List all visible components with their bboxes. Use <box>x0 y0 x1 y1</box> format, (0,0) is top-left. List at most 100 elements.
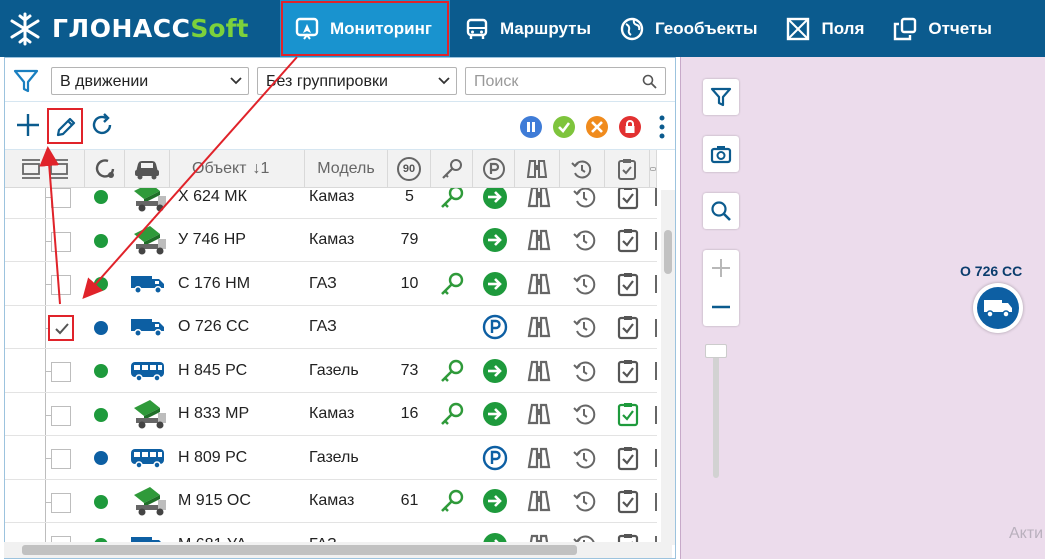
plate-cell[interactable]: М 915 ОС <box>178 480 251 523</box>
horizontal-scrollbar[interactable] <box>4 542 672 558</box>
ok-filter-icon[interactable] <box>552 115 576 139</box>
zoom-in-icon[interactable] <box>711 258 731 278</box>
ignition-column-header[interactable] <box>431 150 473 188</box>
table-row[interactable]: О 726 СС ГАЗ <box>5 305 657 349</box>
table-row[interactable]: М 915 ОС Камаз 61 <box>5 479 657 523</box>
history-cell[interactable] <box>571 436 597 479</box>
tracking-column-header[interactable] <box>515 150 560 188</box>
tracking-cell[interactable] <box>526 436 552 479</box>
moving-cell[interactable] <box>482 188 508 218</box>
row-checkbox[interactable] <box>51 275 71 295</box>
nav-fields[interactable]: Поля <box>771 0 878 57</box>
tools-filter-icon[interactable] <box>585 115 609 139</box>
tasks-cell[interactable] <box>615 480 641 523</box>
grouping-select[interactable]: Без группировки <box>257 67 457 95</box>
map-screenshot-button[interactable] <box>703 136 739 172</box>
history-cell[interactable] <box>571 188 597 218</box>
moving-cell[interactable] <box>482 262 508 305</box>
ignition-cell[interactable] <box>439 188 465 218</box>
moving-cell[interactable] <box>482 349 508 392</box>
tasks-cell[interactable] <box>615 349 641 392</box>
search-input[interactable]: Поиск <box>465 67 666 95</box>
history-column-header[interactable] <box>560 150 605 188</box>
map-vehicle-marker[interactable] <box>973 283 1023 333</box>
plate-cell[interactable]: О 726 СС <box>178 306 249 349</box>
plate-cell[interactable]: Х 624 МК <box>178 188 247 218</box>
scrollbar-thumb[interactable] <box>664 230 672 274</box>
table-row[interactable]: У 746 НР Камаз 79 <box>5 218 657 262</box>
table-row[interactable]: Х 624 МК Камаз 5 <box>5 188 657 219</box>
pause-filter-icon[interactable] <box>519 115 543 139</box>
moving-cell[interactable] <box>482 393 508 436</box>
history-cell[interactable] <box>571 393 597 436</box>
history-cell[interactable] <box>571 306 597 349</box>
plate-cell[interactable]: С 176 НМ <box>178 262 250 305</box>
row-checkbox[interactable] <box>51 231 71 252</box>
zoom-out-icon[interactable] <box>711 297 731 317</box>
history-cell[interactable] <box>571 262 597 305</box>
scrollbar-thumb[interactable] <box>22 545 577 555</box>
filter-icon[interactable] <box>13 68 39 94</box>
tasks-cell[interactable] <box>615 393 641 436</box>
parking-cell[interactable] <box>482 436 508 479</box>
object-column-header[interactable]: Объект ↓1 <box>170 150 305 188</box>
tracking-cell[interactable] <box>526 480 552 523</box>
nav-monitoring[interactable]: Мониторинг <box>280 0 450 57</box>
ignition-cell[interactable] <box>439 480 465 523</box>
tracking-cell[interactable] <box>526 262 552 305</box>
speed-column-header[interactable]: 90 <box>388 150 431 188</box>
row-checkbox[interactable] <box>51 492 71 513</box>
row-checkbox[interactable] <box>51 188 71 208</box>
add-icon[interactable] <box>15 112 41 138</box>
model-column-header[interactable]: Модель <box>305 150 388 188</box>
lock-filter-icon[interactable] <box>618 115 642 139</box>
ignition-cell[interactable] <box>439 349 465 392</box>
history-cell[interactable] <box>571 349 597 392</box>
tasks-cell[interactable] <box>615 188 641 218</box>
nav-routes[interactable]: Маршруты <box>450 0 605 57</box>
tasks-cell[interactable] <box>615 306 641 349</box>
status-column-header[interactable] <box>85 150 125 188</box>
more-columns-header[interactable] <box>650 150 657 188</box>
moving-cell[interactable] <box>482 219 508 262</box>
parking-column-header[interactable] <box>473 150 515 188</box>
row-checkbox[interactable] <box>51 362 71 382</box>
tasks-cell[interactable] <box>615 262 641 305</box>
plate-cell[interactable]: Н 833 МР <box>178 393 249 436</box>
plate-cell[interactable]: Н 809 РС <box>178 436 247 479</box>
tracking-cell[interactable] <box>526 219 552 262</box>
refresh-icon[interactable] <box>89 112 115 138</box>
moving-cell[interactable] <box>482 480 508 523</box>
row-checkbox[interactable] <box>51 405 71 426</box>
tasks-column-header[interactable] <box>605 150 650 188</box>
row-checkbox[interactable] <box>51 449 71 469</box>
expand-collapse-header[interactable] <box>5 150 85 188</box>
table-row[interactable]: Н 845 РС Газель 73 <box>5 349 657 393</box>
nav-reports[interactable]: Отчеты <box>878 0 1006 57</box>
tracking-cell[interactable] <box>526 306 552 349</box>
map-search-button[interactable] <box>703 193 739 229</box>
history-cell[interactable] <box>571 219 597 262</box>
status-filter-select[interactable]: В движении <box>51 67 249 95</box>
table-row[interactable]: Н 833 МР Камаз 16 <box>5 392 657 436</box>
table-row[interactable]: Н 809 РС Газель <box>5 436 657 480</box>
map-filter-button[interactable] <box>703 79 739 115</box>
more-menu-icon[interactable] <box>657 114 667 140</box>
app-logo[interactable]: ГЛОНАСС Soft <box>0 0 270 57</box>
map-view[interactable]: О 726 СС Акти <box>680 57 1045 559</box>
vertical-scrollbar[interactable] <box>661 190 675 545</box>
parking-cell[interactable] <box>482 306 508 349</box>
edit-button[interactable] <box>47 108 83 144</box>
tasks-cell[interactable] <box>615 436 641 479</box>
ignition-cell[interactable] <box>439 262 465 305</box>
plate-cell[interactable]: Н 845 РС <box>178 349 247 392</box>
tracking-cell[interactable] <box>526 188 552 218</box>
nav-geoobjects[interactable]: Геообъекты <box>605 0 771 57</box>
table-row[interactable]: С 176 НМ ГАЗ 10 <box>5 262 657 306</box>
tracking-cell[interactable] <box>526 349 552 392</box>
zoom-slider-knob[interactable] <box>705 344 727 358</box>
tasks-cell[interactable] <box>615 219 641 262</box>
ignition-cell[interactable] <box>439 393 465 436</box>
history-cell[interactable] <box>571 480 597 523</box>
vehicle-type-header[interactable] <box>125 150 170 188</box>
